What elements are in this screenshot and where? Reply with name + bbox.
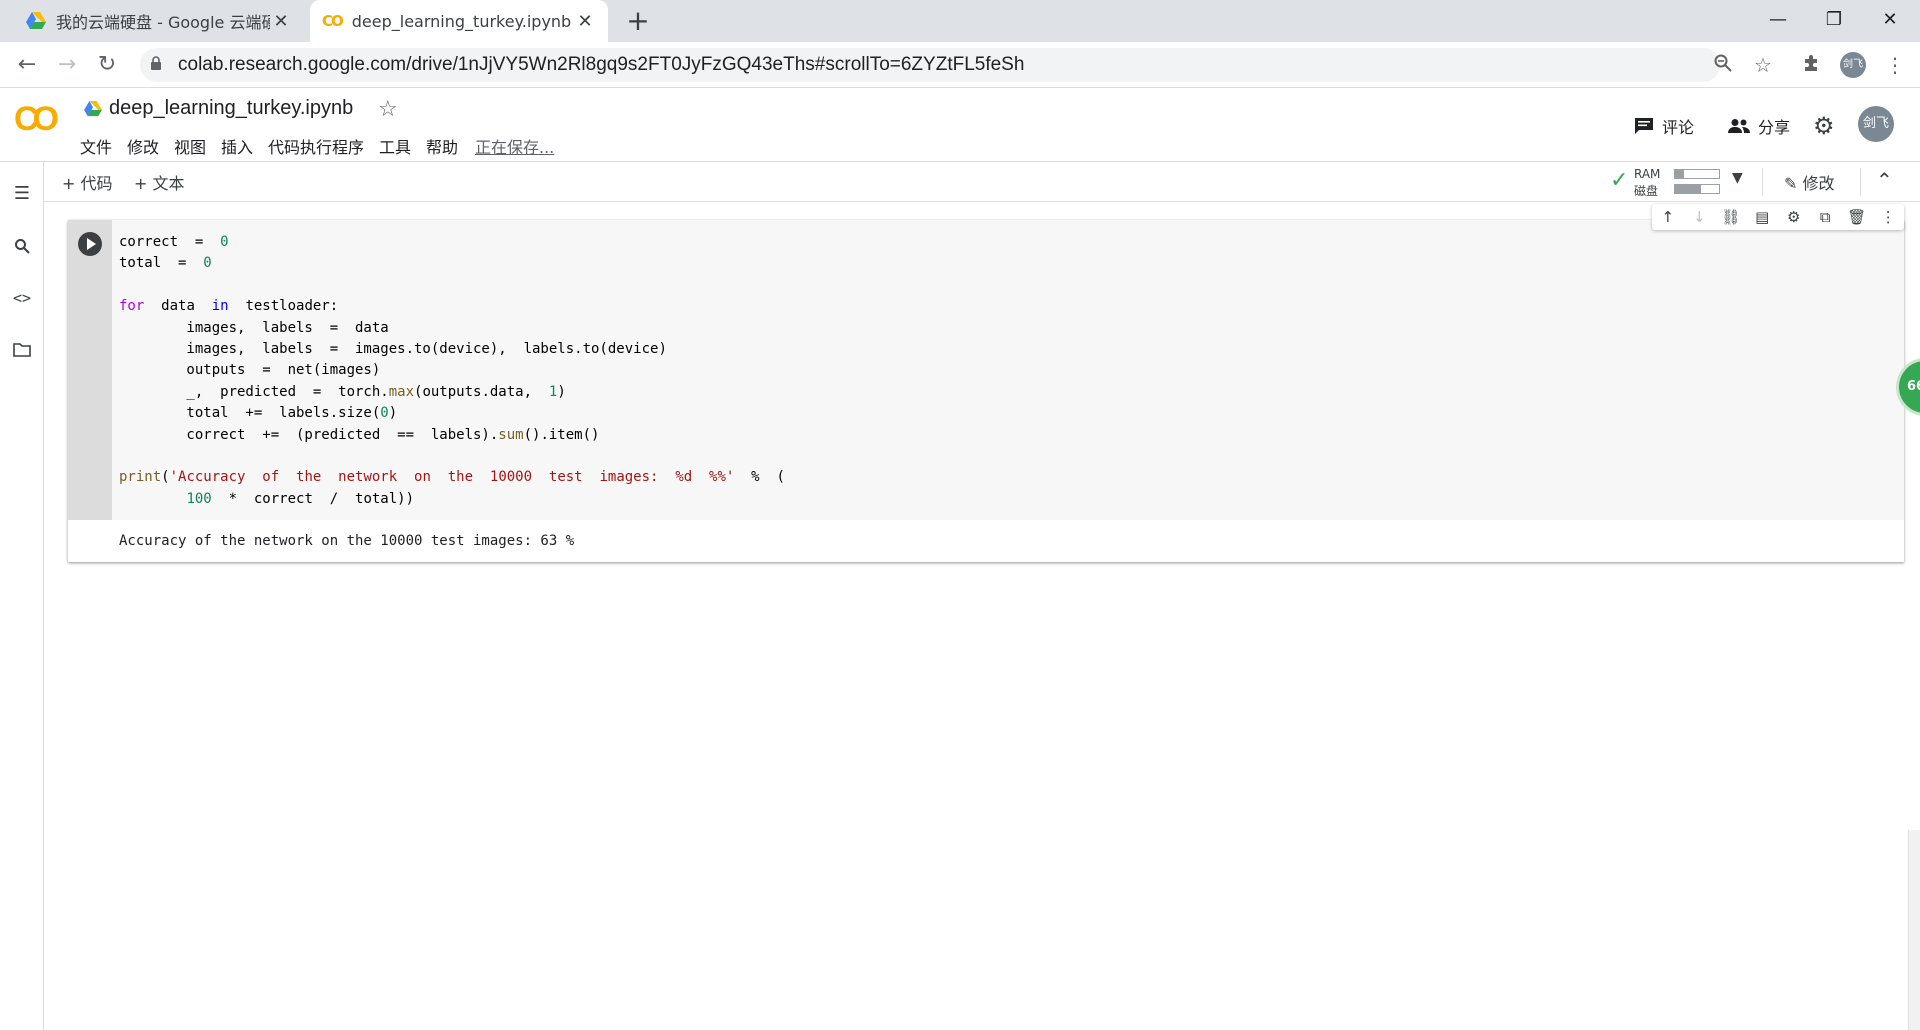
resources-dropdown-icon[interactable]: ▼ xyxy=(1732,170,1743,186)
menu-runtime[interactable]: 代码执行程序 xyxy=(268,134,364,158)
share-label: 分享 xyxy=(1758,118,1791,137)
connected-check-icon[interactable]: ✓ xyxy=(1610,168,1628,193)
colab-logo[interactable]: CO xyxy=(14,100,59,139)
maximize-button[interactable]: ❐ xyxy=(1814,4,1854,36)
add-code-button[interactable]: + 代码 xyxy=(62,170,113,194)
menu-help[interactable]: 帮助 xyxy=(426,134,458,158)
move-down-icon[interactable]: ↓ xyxy=(1686,208,1712,226)
bookmark-star-icon[interactable]: ☆ xyxy=(1748,50,1778,80)
collapse-header-icon[interactable]: ⌃ xyxy=(1876,168,1893,192)
cell-settings-icon[interactable]: ⚙ xyxy=(1781,208,1807,226)
link-icon[interactable]: ⛓ xyxy=(1718,208,1744,226)
tab-title: deep_learning_turkey.ipynb - Colaborator… xyxy=(351,11,574,31)
menu-tools[interactable]: 工具 xyxy=(379,134,411,158)
code-line[interactable]: images, labels = images.to(device), labe… xyxy=(119,341,666,357)
cell-gutter xyxy=(68,220,112,520)
browser-menu-icon[interactable]: ⋮ xyxy=(1880,50,1910,80)
star-icon[interactable]: ☆ xyxy=(378,97,398,122)
disk-usage-bar[interactable] xyxy=(1674,184,1720,194)
edit-label: 修改 xyxy=(1802,174,1835,193)
url-text[interactable]: colab.research.google.com/drive/1nJjVY5W… xyxy=(178,52,1024,78)
code-line[interactable]: total += labels.size(0) xyxy=(119,405,397,421)
disk-label: 磁盘 xyxy=(1634,184,1659,198)
pencil-icon: ✎ xyxy=(1784,174,1798,193)
table-of-contents-icon[interactable]: ☰ xyxy=(8,180,36,208)
forward-icon[interactable]: → xyxy=(50,50,84,80)
back-icon[interactable]: ← xyxy=(10,50,44,80)
divider xyxy=(1762,168,1763,196)
code-line[interactable]: correct = 0 xyxy=(119,234,229,250)
edit-mode-button[interactable]: ✎ 修改 xyxy=(1784,170,1835,194)
delete-icon[interactable]: 🗑 xyxy=(1844,208,1870,226)
comment-icon[interactable]: ▤ xyxy=(1749,208,1775,226)
code-line[interactable]: for data in testloader: xyxy=(119,298,338,314)
code-content[interactable]: correct = 0 total = 0 for data in testlo… xyxy=(119,232,785,510)
move-up-icon[interactable]: ↑ xyxy=(1655,208,1681,226)
tab-colab-notebook[interactable]: CO deep_learning_turkey.ipynb - Colabora… xyxy=(310,0,608,42)
notebook-title[interactable]: deep_learning_turkey.ipynb xyxy=(109,97,353,120)
code-line[interactable]: _, predicted = torch.max(outputs.data, 1… xyxy=(119,384,565,400)
code-line[interactable]: print('Accuracy of the network on the 10… xyxy=(119,469,785,485)
code-line[interactable]: images, labels = data xyxy=(119,320,388,336)
zoom-icon[interactable] xyxy=(1708,50,1738,80)
cell-toolbar: ↑ ↓ ⛓ ▤ ⚙ ⧉ 🗑 ⋮ xyxy=(1652,204,1904,230)
new-tab-button[interactable]: + xyxy=(623,6,653,36)
menu-edit[interactable]: 修改 xyxy=(127,134,159,158)
ram-label: RAM xyxy=(1634,167,1661,181)
menu-insert[interactable]: 插入 xyxy=(221,134,253,158)
lock-icon[interactable] xyxy=(150,55,162,70)
menu-file[interactable]: 文件 xyxy=(80,134,112,158)
code-line[interactable]: total = 0 xyxy=(119,255,212,271)
scrollbar[interactable] xyxy=(1908,830,1920,1030)
tab-title: 我的云端硬盘 - Google 云端硬盘 xyxy=(56,13,270,32)
profile-avatar[interactable]: 剑飞 xyxy=(1840,52,1866,78)
people-icon xyxy=(1728,119,1750,133)
comment-icon xyxy=(1635,118,1653,134)
comment-label: 评论 xyxy=(1662,118,1695,137)
menu-view[interactable]: 视图 xyxy=(174,134,206,158)
extensions-icon[interactable] xyxy=(1796,50,1826,80)
close-window-button[interactable]: ✕ xyxy=(1870,4,1910,36)
mirror-cell-icon[interactable]: ⧉ xyxy=(1812,208,1838,226)
google-drive-icon[interactable] xyxy=(84,101,102,117)
divider xyxy=(1860,168,1861,196)
cell-output: Accuracy of the network on the 10000 tes… xyxy=(119,533,575,549)
folder-icon[interactable] xyxy=(8,336,36,364)
share-button[interactable]: 分享 xyxy=(1728,114,1790,138)
code-line[interactable]: correct += (predicted == labels).sum().i… xyxy=(119,427,599,443)
ram-usage-bar[interactable] xyxy=(1674,169,1720,179)
comment-button[interactable]: 评论 xyxy=(1634,114,1694,138)
save-status[interactable]: 正在保存... xyxy=(475,134,554,158)
colab-icon: CO xyxy=(322,12,344,30)
run-cell-button[interactable] xyxy=(78,232,102,256)
add-text-button[interactable]: + 文本 xyxy=(134,170,185,194)
code-snippets-icon[interactable]: <> xyxy=(8,284,36,312)
close-icon[interactable]: ✕ xyxy=(270,11,292,32)
code-line[interactable]: 100 * correct / total)) xyxy=(119,491,414,507)
tab-google-drive[interactable]: 我的云端硬盘 - Google 云端硬盘 ✕ xyxy=(14,0,304,42)
close-icon[interactable]: ✕ xyxy=(574,11,596,32)
google-drive-icon xyxy=(26,12,46,30)
code-line[interactable]: outputs = net(images) xyxy=(119,362,380,378)
reload-icon[interactable]: ↻ xyxy=(90,50,124,80)
account-avatar[interactable]: 剑飞 xyxy=(1858,106,1894,142)
settings-gear-icon[interactable]: ⚙ xyxy=(1813,112,1835,140)
minimize-button[interactable]: — xyxy=(1758,4,1798,36)
more-options-icon[interactable]: ⋮ xyxy=(1875,208,1901,226)
search-icon[interactable] xyxy=(8,232,36,260)
